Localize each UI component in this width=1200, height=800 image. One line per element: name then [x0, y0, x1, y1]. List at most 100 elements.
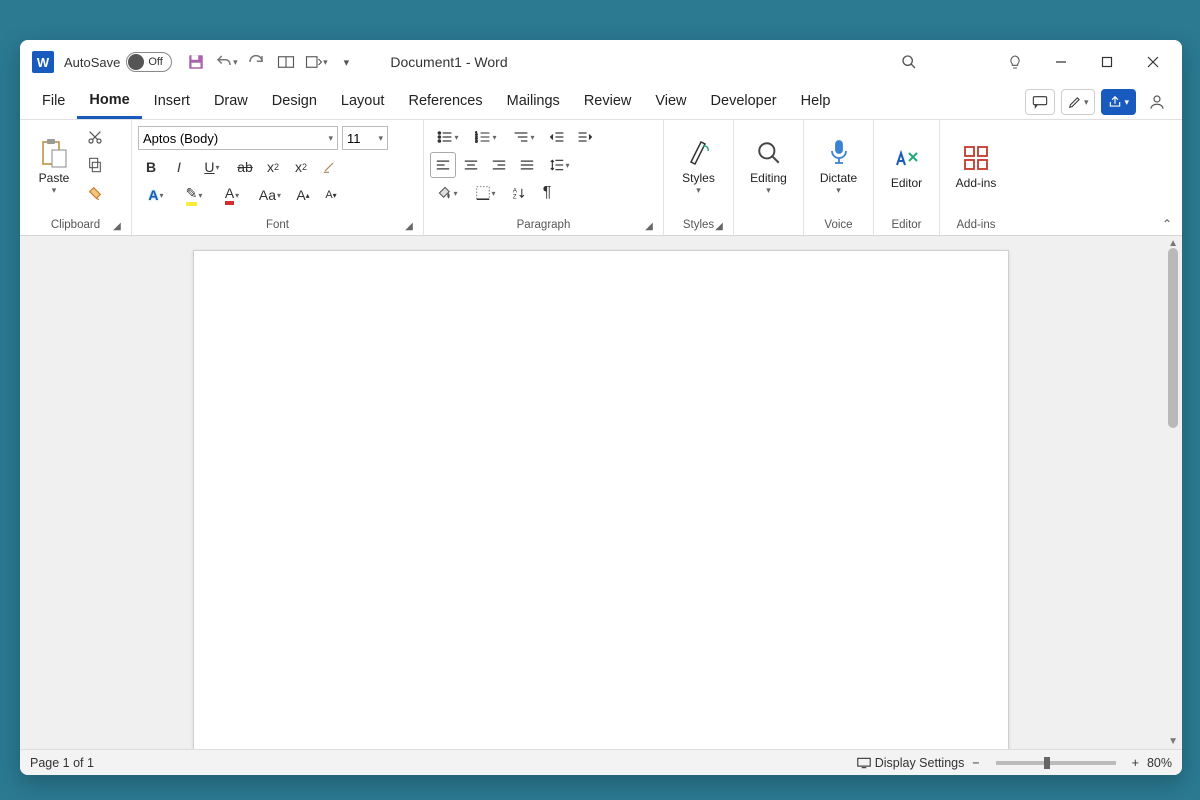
styles-button[interactable]: Styles▾: [670, 122, 727, 208]
redo-icon[interactable]: [242, 48, 270, 76]
font-name-value: Aptos (Body): [143, 131, 218, 146]
shrink-font-button[interactable]: A▾: [318, 182, 344, 208]
bold-button[interactable]: B: [138, 154, 164, 180]
styles-group-label: Styles: [683, 219, 714, 231]
autosave-toggle[interactable]: Off: [126, 52, 172, 72]
font-size-combo[interactable]: 11▾: [342, 126, 388, 150]
zoom-level[interactable]: 80%: [1147, 756, 1172, 770]
tab-help[interactable]: Help: [789, 87, 843, 119]
document-page[interactable]: [193, 250, 1009, 749]
font-size-value: 11: [347, 131, 361, 146]
maximize-icon[interactable]: [1084, 42, 1130, 82]
scroll-thumb[interactable]: [1168, 248, 1178, 428]
group-addins: Add-ins Add-ins: [940, 120, 1012, 235]
shading-button[interactable]: ▾: [430, 180, 466, 206]
editor-button[interactable]: Editor: [880, 122, 933, 208]
vertical-scrollbar[interactable]: ▲ ▼: [1166, 238, 1180, 747]
decrease-indent-button[interactable]: [544, 124, 570, 150]
zoom-slider-thumb[interactable]: [1044, 757, 1050, 769]
display-settings-label[interactable]: Display Settings: [875, 756, 965, 770]
grow-font-button[interactable]: A▴: [290, 182, 316, 208]
paragraph-group-label: Paragraph: [517, 219, 571, 231]
strikethrough-button[interactable]: ab: [232, 154, 258, 180]
group-editor: Editor Editor: [874, 120, 940, 235]
italic-button[interactable]: I: [166, 154, 192, 180]
line-spacing-button[interactable]: ▾: [542, 152, 578, 178]
lightbulb-icon[interactable]: [992, 42, 1038, 82]
save-icon[interactable]: [182, 48, 210, 76]
collapse-ribbon-icon[interactable]: ⌃: [1162, 217, 1172, 231]
autosave-state: Off: [148, 56, 162, 68]
group-paragraph: ▾ 123▾ ▾ ▾ ▾ ▾: [424, 120, 664, 235]
scroll-down-icon[interactable]: ▼: [1168, 736, 1178, 747]
tab-home[interactable]: Home: [77, 86, 141, 119]
superscript-button[interactable]: x2: [288, 154, 314, 180]
page-status[interactable]: Page 1 of 1: [30, 756, 94, 770]
font-name-combo[interactable]: Aptos (Body)▾: [138, 126, 338, 150]
dictate-button[interactable]: Dictate▾: [810, 122, 867, 208]
comments-button[interactable]: [1025, 89, 1055, 115]
close-icon[interactable]: [1130, 42, 1176, 82]
qat-customize-icon[interactable]: ▾: [332, 48, 360, 76]
editing-mode-button[interactable]: ▾: [1061, 89, 1096, 115]
editing-label: Editing: [750, 171, 787, 185]
tab-design[interactable]: Design: [260, 87, 329, 119]
tab-references[interactable]: References: [396, 87, 494, 119]
font-dialog-launcher[interactable]: ◢: [403, 221, 415, 233]
increase-indent-button[interactable]: [572, 124, 598, 150]
clear-formatting-icon[interactable]: [316, 154, 342, 180]
document-canvas[interactable]: ▲ ▼: [20, 236, 1182, 749]
qat-item-icon[interactable]: [272, 48, 300, 76]
zoom-in-button[interactable]: +: [1132, 756, 1139, 770]
addins-button[interactable]: Add-ins: [946, 122, 1006, 208]
align-center-button[interactable]: [458, 152, 484, 178]
sort-button[interactable]: AZ: [506, 180, 532, 206]
addins-label: Add-ins: [956, 176, 997, 190]
autosave-knob: [128, 54, 144, 70]
group-font: Aptos (Body)▾ 11▾ B I U▾ ab x2 x2 A▾: [132, 120, 424, 235]
zoom-slider[interactable]: [996, 761, 1116, 765]
justify-button[interactable]: [514, 152, 540, 178]
clipboard-dialog-launcher[interactable]: ◢: [111, 221, 123, 233]
search-icon[interactable]: [886, 42, 932, 82]
zoom-out-button[interactable]: −: [972, 756, 979, 770]
undo-icon[interactable]: ▾: [212, 48, 240, 76]
numbering-button[interactable]: 123▾: [468, 124, 504, 150]
multilevel-list-button[interactable]: ▾: [506, 124, 542, 150]
tab-view[interactable]: View: [643, 87, 698, 119]
tab-layout[interactable]: Layout: [329, 87, 397, 119]
paste-icon: [40, 135, 68, 171]
copy-icon[interactable]: [82, 152, 108, 178]
tab-insert[interactable]: Insert: [142, 87, 202, 119]
account-icon[interactable]: [1142, 89, 1172, 115]
editing-button[interactable]: Editing▾: [740, 122, 797, 208]
quick-access-toolbar: ▾ ▾ ▾: [182, 48, 360, 76]
text-effects-button[interactable]: A▾: [138, 182, 174, 208]
paragraph-dialog-launcher[interactable]: ◢: [643, 221, 655, 233]
tab-developer[interactable]: Developer: [699, 87, 789, 119]
tab-file[interactable]: File: [30, 87, 77, 119]
tab-draw[interactable]: Draw: [202, 87, 260, 119]
highlight-button[interactable]: ✎▾: [176, 182, 212, 208]
align-left-button[interactable]: [430, 152, 456, 178]
subscript-button[interactable]: x2: [260, 154, 286, 180]
show-hide-button[interactable]: ¶: [534, 180, 560, 206]
styles-dialog-launcher[interactable]: ◢: [713, 221, 725, 233]
display-settings-icon[interactable]: [857, 757, 871, 769]
font-color-button[interactable]: A▾: [214, 182, 250, 208]
paste-button[interactable]: Paste ▾: [26, 122, 82, 208]
format-painter-icon[interactable]: [82, 180, 108, 206]
tab-review[interactable]: Review: [572, 87, 644, 119]
qat-item2-icon[interactable]: ▾: [302, 48, 330, 76]
bullets-button[interactable]: ▾: [430, 124, 466, 150]
align-right-button[interactable]: [486, 152, 512, 178]
share-button[interactable]: ▾: [1101, 89, 1136, 115]
minimize-icon[interactable]: [1038, 42, 1084, 82]
borders-button[interactable]: ▾: [468, 180, 504, 206]
cut-icon[interactable]: [82, 124, 108, 150]
change-case-button[interactable]: Aa▾: [252, 182, 288, 208]
underline-button[interactable]: U▾: [194, 154, 230, 180]
status-bar: Page 1 of 1 Display Settings − + 80%: [20, 749, 1182, 775]
tab-mailings[interactable]: Mailings: [495, 87, 572, 119]
group-styles: Styles▾ Styles◢: [664, 120, 734, 235]
